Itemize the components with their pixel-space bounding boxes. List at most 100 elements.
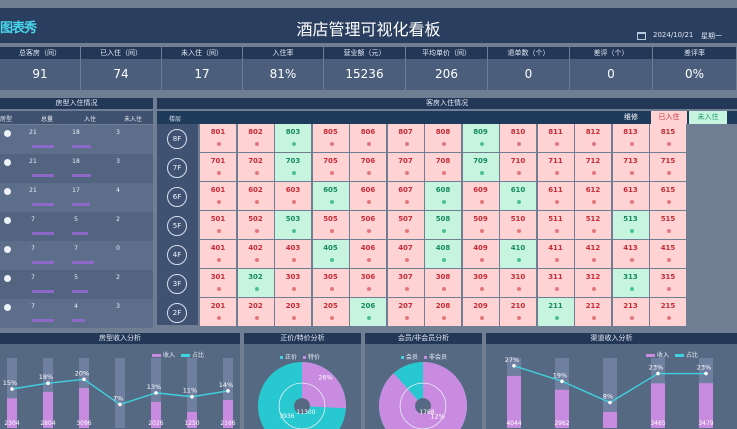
room-cell[interactable]: 406 <box>350 240 386 268</box>
room-cell[interactable]: 201 <box>200 298 236 326</box>
room-cell[interactable]: 602 <box>237 182 274 210</box>
room-cell[interactable]: 403 <box>275 240 311 268</box>
ratio-point[interactable] <box>512 364 516 368</box>
calendar-icon[interactable] <box>637 32 646 40</box>
room-cell[interactable]: 605 <box>312 182 349 210</box>
room-cell[interactable]: 409 <box>462 240 499 268</box>
room-cell[interactable]: 603 <box>275 182 311 210</box>
floor-badge[interactable]: 7F <box>167 158 187 178</box>
room-cell[interactable]: 606 <box>350 182 386 210</box>
room-cell[interactable]: 301 <box>200 269 236 297</box>
room-cell[interactable]: 208 <box>425 298 461 326</box>
ratio-point[interactable] <box>608 400 612 405</box>
room-cell[interactable]: 413 <box>612 240 649 268</box>
room-cell[interactable]: 701 <box>200 153 236 181</box>
room-cell[interactable]: 702 <box>237 153 274 181</box>
room-cell[interactable]: 812 <box>575 124 611 152</box>
room-cell[interactable]: 306 <box>350 269 386 297</box>
room-cell[interactable]: 310 <box>500 269 536 297</box>
room-cell[interactable]: 609 <box>462 182 499 210</box>
room-cell[interactable]: 303 <box>275 269 311 297</box>
room-cell[interactable]: 502 <box>237 211 274 239</box>
room-cell[interactable]: 511 <box>537 211 574 239</box>
ratio-point[interactable] <box>118 402 122 407</box>
room-cell[interactable]: 610 <box>500 182 536 210</box>
room-cell[interactable]: 708 <box>425 153 461 181</box>
room-cell[interactable]: 707 <box>387 153 424 181</box>
room-cell[interactable]: 415 <box>650 240 686 268</box>
pie-slice-minor[interactable] <box>379 362 467 429</box>
room-cell[interactable]: 802 <box>237 124 274 152</box>
floor-badge[interactable]: 8F <box>167 129 187 149</box>
room-cell[interactable]: 313 <box>612 269 649 297</box>
room-cell[interactable]: 407 <box>387 240 424 268</box>
room-cell[interactable]: 211 <box>537 298 574 326</box>
ratio-point[interactable] <box>656 371 660 376</box>
room-cell[interactable]: 205 <box>312 298 349 326</box>
room-type-row[interactable]: 7 7 0 <box>0 241 153 270</box>
room-cell[interactable]: 401 <box>200 240 236 268</box>
room-cell[interactable]: 711 <box>537 153 574 181</box>
room-cell[interactable]: 811 <box>537 124 574 152</box>
floor-badge[interactable]: 6F <box>167 187 187 207</box>
room-cell[interactable]: 412 <box>575 240 611 268</box>
room-cell[interactable]: 706 <box>350 153 386 181</box>
ratio-point[interactable] <box>46 381 50 385</box>
room-cell[interactable]: 411 <box>537 240 574 268</box>
room-cell[interactable]: 312 <box>575 269 611 297</box>
room-cell[interactable]: 808 <box>425 124 461 152</box>
room-cell[interactable]: 510 <box>500 211 536 239</box>
room-cell[interactable]: 210 <box>500 298 536 326</box>
room-cell[interactable]: 308 <box>425 269 461 297</box>
room-cell[interactable]: 307 <box>387 269 424 297</box>
floor-badge[interactable]: 3F <box>167 274 187 294</box>
room-cell[interactable]: 705 <box>312 153 349 181</box>
room-cell[interactable]: 209 <box>462 298 499 326</box>
ratio-point[interactable] <box>226 389 230 393</box>
room-cell[interactable]: 503 <box>275 211 311 239</box>
room-cell[interactable]: 813 <box>612 124 649 152</box>
room-cell[interactable]: 709 <box>462 153 499 181</box>
room-type-row[interactable]: 7 5 2 <box>0 270 153 299</box>
room-cell[interactable]: 607 <box>387 182 424 210</box>
room-type-row[interactable]: 21 17 4 <box>0 183 153 212</box>
room-type-row[interactable]: 7 4 3 <box>0 299 153 328</box>
floor-badge[interactable]: 4F <box>167 245 187 265</box>
room-cell[interactable]: 801 <box>200 124 236 152</box>
room-cell[interactable]: 806 <box>350 124 386 152</box>
ratio-point[interactable] <box>10 387 14 391</box>
ratio-point[interactable] <box>154 391 158 395</box>
room-cell[interactable]: 509 <box>462 211 499 239</box>
room-cell[interactable]: 715 <box>650 153 686 181</box>
room-cell[interactable]: 501 <box>200 211 236 239</box>
room-cell[interactable]: 311 <box>537 269 574 297</box>
room-cell[interactable]: 302 <box>237 269 274 297</box>
room-cell[interactable]: 601 <box>200 182 236 210</box>
room-cell[interactable]: 202 <box>237 298 274 326</box>
floor-badge[interactable]: 5F <box>167 216 187 236</box>
room-cell[interactable]: 213 <box>612 298 649 326</box>
room-cell[interactable]: 710 <box>500 153 536 181</box>
room-cell[interactable]: 703 <box>275 153 311 181</box>
room-cell[interactable]: 410 <box>500 240 536 268</box>
room-cell[interactable]: 309 <box>462 269 499 297</box>
room-cell[interactable]: 608 <box>425 182 461 210</box>
ratio-point[interactable] <box>82 377 86 382</box>
room-cell[interactable]: 405 <box>312 240 349 268</box>
room-cell[interactable]: 206 <box>350 298 386 326</box>
room-cell[interactable]: 505 <box>312 211 349 239</box>
ratio-point[interactable] <box>560 379 564 384</box>
room-cell[interactable]: 212 <box>575 298 611 326</box>
income-bar[interactable] <box>603 411 617 428</box>
room-cell[interactable]: 805 <box>312 124 349 152</box>
room-cell[interactable]: 207 <box>387 298 424 326</box>
room-cell[interactable]: 515 <box>650 211 686 239</box>
room-cell[interactable]: 203 <box>275 298 311 326</box>
floor-badge[interactable]: 2F <box>167 303 187 323</box>
room-cell[interactable]: 512 <box>575 211 611 239</box>
room-type-row[interactable]: 7 5 2 <box>0 212 153 241</box>
room-cell[interactable]: 508 <box>425 211 461 239</box>
room-cell[interactable]: 506 <box>350 211 386 239</box>
room-cell[interactable]: 803 <box>275 124 311 152</box>
room-cell[interactable]: 402 <box>237 240 274 268</box>
